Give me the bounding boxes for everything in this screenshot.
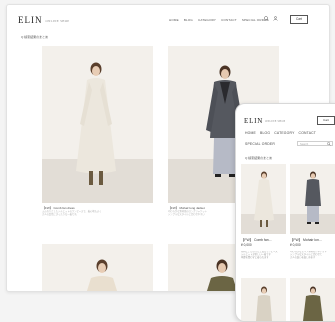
header-icons (264, 16, 278, 21)
product-description: やわらかなモヘア素材のジャケット シンプルなスタイルに合わせて 大人の装いを楽しめま… (290, 251, 327, 260)
model-figure (305, 171, 321, 224)
product-description: 素材にこだわった上質なワンピース シルエットが美しい一着です 季節を問わずに着られま… (241, 251, 278, 260)
nav-category[interactable]: CATEGORY (274, 131, 294, 135)
product-description: ふんわりとしたシルエットのワンピースで、着心地もよく 大人の女性にぴったりな一着で… (42, 211, 102, 216)
product-image-mohair-jacket[interactable] (290, 164, 335, 234)
main-nav: HOME BLOG CATEGORY CONTACT SPECIAL ORDER (169, 18, 269, 22)
model-figure (303, 286, 323, 321)
product-image-comb-dress[interactable] (241, 164, 286, 234)
breadcrumb: Q 検索結果のまとめ (245, 156, 273, 160)
breadcrumb: Q 検索結果のまとめ (21, 35, 49, 39)
search-icon[interactable] (264, 16, 269, 21)
nav-special-order[interactable]: SPECIAL ORDER (245, 142, 275, 146)
mobile-nav: HOME BLOG CATEGORY CONTACT (245, 131, 316, 135)
cart-button[interactable]: Cart (290, 15, 308, 24)
model-figure (254, 171, 274, 227)
product-description: やわらかな素材感のロングジャケット シンプルなスタイルに合わせやすい (168, 211, 207, 216)
product-title[interactable]: 【FW】 Mohair long Jacket (168, 206, 205, 210)
product-price: ¥ 0,000 (241, 243, 252, 247)
mobile-view: ELIN ONLINE SHOP Cart HOME BLOG CATEGORY … (235, 103, 335, 322)
product-price: ¥ 0,000 (290, 243, 301, 247)
nav-home[interactable]: HOME (169, 18, 179, 22)
nav-contact[interactable]: CONTACT (299, 131, 317, 135)
nav-blog[interactable]: BLOG (184, 18, 193, 22)
search-icon[interactable] (327, 141, 331, 146)
model-figure (256, 286, 272, 321)
product-image[interactable] (42, 244, 153, 291)
nav-contact[interactable]: CONTACT (221, 18, 237, 22)
product-title[interactable]: 【FW】 Mohair lon... (290, 237, 322, 242)
product-title[interactable]: 【FW】 Comb fan dress (42, 206, 75, 210)
site-logo[interactable]: ELIN ONLINE SHOP (18, 15, 69, 25)
product-title[interactable]: 【FW】 Comb fan... (241, 237, 272, 242)
user-icon[interactable] (273, 16, 278, 21)
model-figure (86, 259, 118, 291)
product-image-comb-dress[interactable] (42, 46, 153, 203)
product-image[interactable] (290, 278, 335, 321)
cart-button[interactable]: Cart (317, 116, 335, 125)
product-image[interactable] (241, 278, 286, 321)
nav-category[interactable]: CATEGORY (198, 18, 216, 22)
nav-home[interactable]: HOME (245, 131, 256, 135)
site-logo[interactable]: ELIN ONLINE SHOP (244, 117, 285, 125)
nav-blog[interactable]: BLOG (260, 131, 270, 135)
model-figure (76, 62, 116, 185)
